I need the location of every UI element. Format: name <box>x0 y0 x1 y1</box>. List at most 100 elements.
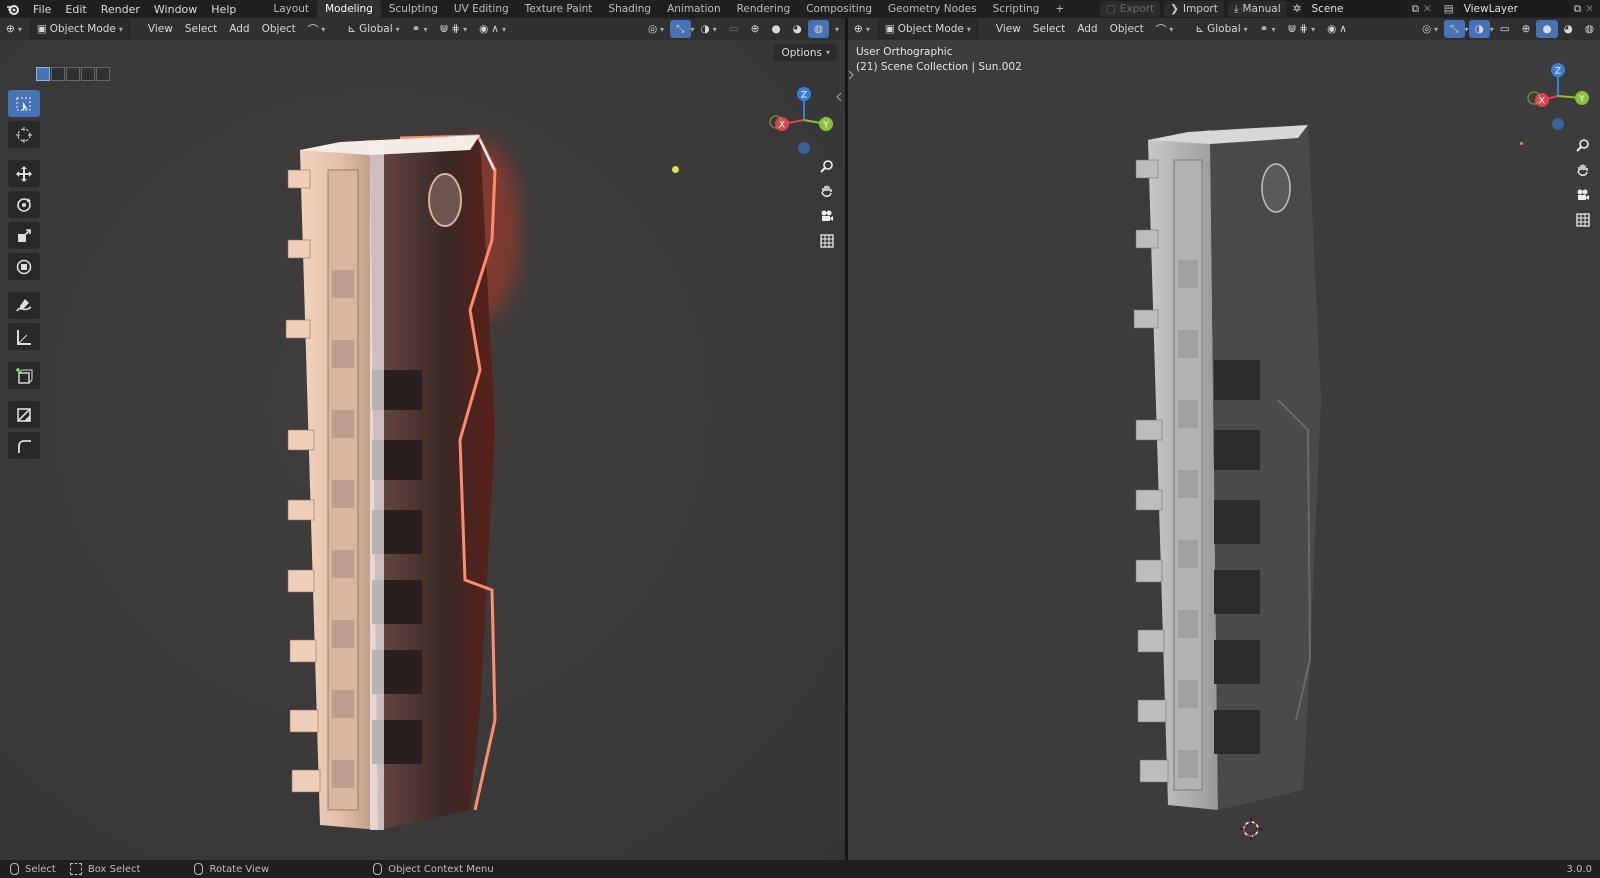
add-cube-tool[interactable] <box>8 362 40 389</box>
measure-tool[interactable] <box>8 323 40 350</box>
shading-material-right[interactable]: ◕ <box>1558 20 1579 38</box>
add-workspace-button[interactable]: + <box>1047 0 1072 18</box>
snap-toggle[interactable]: ⋓ ⋕ ▾ <box>433 20 473 38</box>
move-tool[interactable] <box>8 160 40 187</box>
menu-add[interactable]: Add <box>223 20 255 38</box>
hand-pan-icon[interactable] <box>816 180 838 202</box>
xray-toggle-right[interactable]: ▭ <box>1494 20 1516 38</box>
zoom-icon[interactable] <box>1572 134 1594 156</box>
shading-solid[interactable]: ● <box>765 20 786 38</box>
navigation-gizmo[interactable]: Z Y X <box>768 84 840 156</box>
proportional-edit-toggle-right[interactable]: ◉ ∧ <box>1321 20 1353 38</box>
annotate-tool[interactable] <box>8 292 40 319</box>
zoom-icon[interactable] <box>816 155 838 177</box>
navigation-gizmo-right[interactable]: Z Y X <box>1522 60 1594 132</box>
grid-view-icon[interactable] <box>1572 209 1594 231</box>
tab-layout[interactable]: Layout <box>265 0 317 18</box>
sidebar-toggle-icon[interactable] <box>836 92 842 102</box>
toolbar-toggle-icon[interactable] <box>848 70 854 80</box>
editor-type-selector[interactable]: ⊕ ▾ <box>0 20 28 38</box>
menu-view-right[interactable]: View <box>990 20 1027 38</box>
scale-tool[interactable] <box>8 222 40 249</box>
select-box-tool[interactable] <box>8 90 40 117</box>
cursor-tool[interactable] <box>8 121 40 148</box>
mode-selector-right[interactable]: ▣ Object Mode ▾ <box>877 19 978 39</box>
export-button[interactable]: ▢ Export <box>1099 1 1161 17</box>
rotate-tool[interactable] <box>8 191 40 218</box>
select-extend-icon[interactable] <box>51 67 65 81</box>
viewlayer-name-field[interactable]: ViewLayer <box>1457 1 1570 17</box>
gpencil-selector[interactable]: ⌒ ▾ <box>302 20 332 38</box>
rendered-model[interactable] <box>280 110 530 840</box>
transform-tool[interactable] <box>8 253 40 280</box>
scene-name-field[interactable]: Scene <box>1305 1 1408 17</box>
gizmo-toggle-right[interactable]: ⤡ <box>1444 20 1465 38</box>
solid-model[interactable] <box>1128 100 1348 830</box>
tab-rendering[interactable]: Rendering <box>729 0 799 18</box>
proportional-edit-toggle[interactable]: ◉ ∧ ▾ <box>473 20 512 38</box>
tab-modeling[interactable]: Modeling <box>317 0 381 18</box>
hand-pan-icon[interactable] <box>1572 159 1594 181</box>
visibility-selector-right[interactable]: ◎ ▾ <box>1416 20 1444 38</box>
camera-icon[interactable] <box>816 205 838 227</box>
sun-lamp-icon[interactable] <box>1520 142 1523 145</box>
visibility-selector[interactable]: ◎ ▾ <box>642 20 670 38</box>
extrude-tool[interactable] <box>8 401 40 428</box>
bevel-tool[interactable] <box>8 432 40 459</box>
copy-viewlayer-icon[interactable]: ⧉ <box>1574 3 1582 16</box>
overlay-toggle[interactable]: ◑ ▾ <box>695 20 723 38</box>
select-new-icon[interactable] <box>36 67 50 81</box>
pivot-selector[interactable]: ⚭ ▾ <box>406 20 434 38</box>
tab-uv-editing[interactable]: UV Editing <box>446 0 517 18</box>
options-button[interactable]: Options ▾ <box>774 44 837 61</box>
menu-select-right[interactable]: Select <box>1027 20 1071 38</box>
menu-select[interactable]: Select <box>179 20 223 38</box>
mode-selector[interactable]: ▣ Object Mode ▾ <box>29 19 130 39</box>
menu-help[interactable]: Help <box>204 3 243 16</box>
tab-texture-paint[interactable]: Texture Paint <box>517 0 601 18</box>
shading-rendered-right[interactable]: ◍ <box>1579 20 1600 38</box>
camera-icon[interactable] <box>1572 184 1594 206</box>
menu-window[interactable]: Window <box>147 3 204 16</box>
shading-rendered[interactable]: ◍ <box>807 20 829 38</box>
gpencil-selector-right[interactable]: ⌒ ▾ <box>1150 20 1180 38</box>
tab-animation[interactable]: Animation <box>659 0 729 18</box>
left-3d-viewport[interactable]: Options ▾ Z Y X <box>0 40 845 860</box>
snap-toggle-right[interactable]: ⋓ ⋕ ▾ <box>1281 20 1321 38</box>
editor-type-selector-right[interactable]: ⊕ ▾ <box>848 20 876 38</box>
3d-cursor-icon[interactable] <box>1240 818 1262 840</box>
shading-wireframe-right[interactable]: ⊕ <box>1516 20 1537 38</box>
right-3d-viewport[interactable]: User Orthographic (21) Scene Collection … <box>848 40 1600 860</box>
overlay-toggle-right[interactable]: ◑ <box>1468 20 1490 38</box>
scene-selector[interactable]: ✲ Scene ⧉ ✕ <box>1287 1 1438 17</box>
orientation-selector[interactable]: ⊾ Global ▾ <box>341 20 405 38</box>
tab-shading[interactable]: Shading <box>600 0 659 18</box>
select-subtract-icon[interactable] <box>66 67 80 81</box>
close-viewlayer-icon[interactable]: ✕ <box>1585 3 1594 15</box>
tab-geometry-nodes[interactable]: Geometry Nodes <box>880 0 985 18</box>
tab-scripting[interactable]: Scripting <box>985 0 1048 18</box>
copy-scene-icon[interactable]: ⧉ <box>1411 3 1419 16</box>
shading-material[interactable]: ◕ <box>787 20 808 38</box>
menu-file[interactable]: File <box>26 3 58 16</box>
menu-render[interactable]: Render <box>94 3 147 16</box>
manual-button[interactable]: ⤓ Manual <box>1227 1 1287 17</box>
sun-lamp-icon[interactable] <box>672 166 679 173</box>
shading-options[interactable]: ▾ <box>829 20 845 38</box>
gizmo-toggle[interactable]: ⤡ <box>670 20 691 38</box>
menu-add-right[interactable]: Add <box>1071 20 1103 38</box>
menu-edit[interactable]: Edit <box>58 3 93 16</box>
menu-object[interactable]: Object <box>256 20 302 38</box>
orientation-selector-right[interactable]: ⊾ Global ▾ <box>1189 20 1253 38</box>
menu-object-right[interactable]: Object <box>1104 20 1150 38</box>
tab-sculpting[interactable]: Sculpting <box>381 0 446 18</box>
select-invert-icon[interactable] <box>81 67 95 81</box>
menu-view[interactable]: View <box>142 20 179 38</box>
import-button[interactable]: ❯ Import <box>1164 1 1224 17</box>
blender-logo-icon[interactable] <box>0 3 26 15</box>
xray-toggle[interactable]: ▭ <box>723 20 745 38</box>
viewlayer-selector[interactable]: ▤ ViewLayer ⧉ ✕ <box>1438 1 1600 17</box>
select-intersect-icon[interactable] <box>96 67 110 81</box>
pivot-selector-right[interactable]: ⚭ ▾ <box>1254 20 1282 38</box>
shading-solid-right[interactable]: ● <box>1536 20 1558 38</box>
